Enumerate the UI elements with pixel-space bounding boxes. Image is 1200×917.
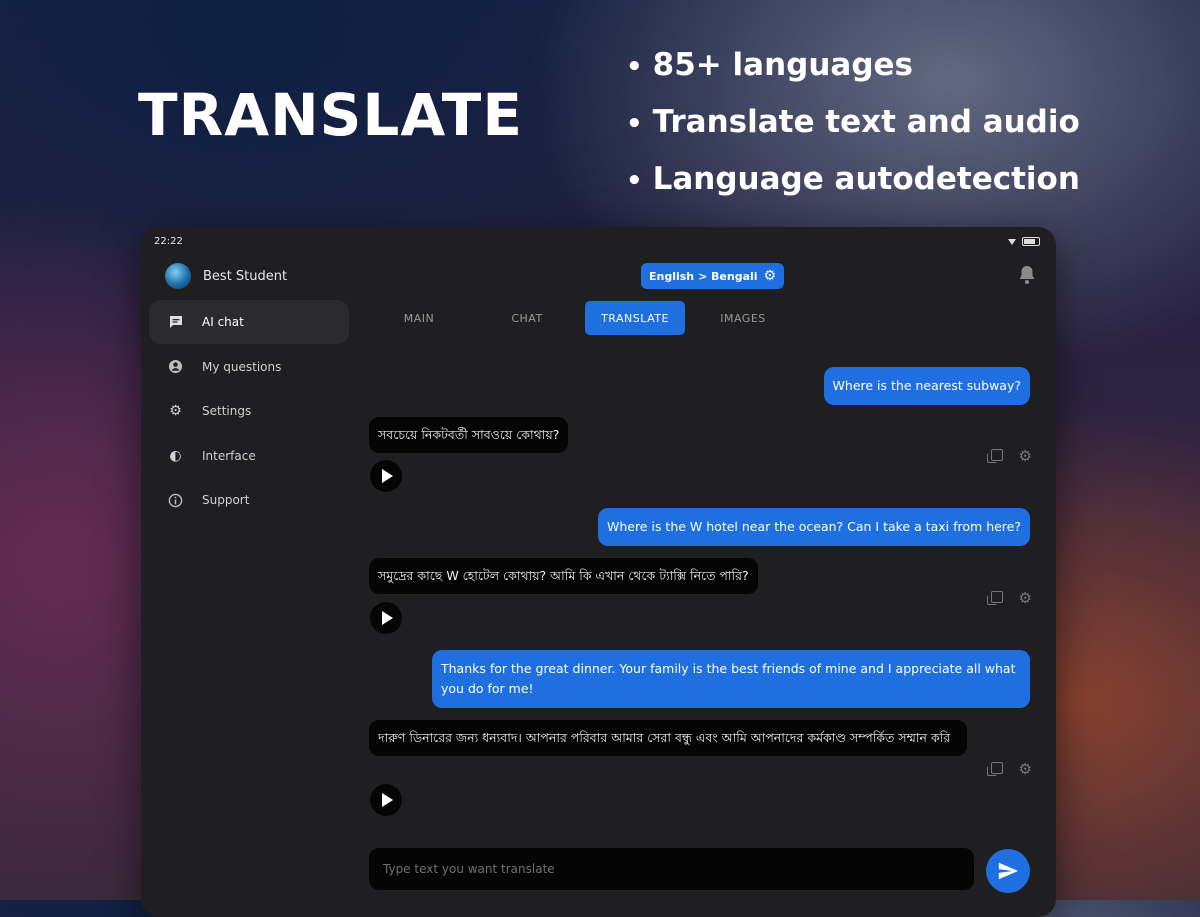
language-selector[interactable]: English > Bengali ⚙ (641, 263, 785, 289)
gear-icon[interactable]: ⚙ (1019, 449, 1032, 464)
message-actions: ⚙ (986, 762, 1032, 777)
tab-chat[interactable]: CHAT (477, 301, 577, 335)
send-button[interactable] (986, 849, 1030, 893)
play-audio-button[interactable] (370, 784, 402, 816)
play-icon (382, 469, 393, 483)
gear-icon[interactable]: ⚙ (1019, 762, 1032, 777)
contrast-icon: ◐ (169, 447, 182, 464)
sidebar-item-label: Support (202, 493, 250, 507)
gear-icon: ⚙ (169, 403, 182, 419)
translation-message: দারুণ ডিনারের জন্য ধন্যবাদ। আপনার পরিবার… (369, 720, 967, 756)
sidebar-item-label: Interface (202, 448, 256, 463)
profile-name: Best Student (203, 268, 288, 284)
message-actions: ⚙ (986, 591, 1032, 606)
gear-icon: ⚙ (763, 268, 777, 284)
profile[interactable]: Best Student (165, 263, 287, 289)
sidebar-item-label: AI chat (202, 315, 244, 329)
play-audio-button[interactable] (370, 602, 402, 634)
bell-icon[interactable] (1018, 265, 1036, 290)
info-icon (167, 492, 184, 509)
sidebar-item-settings[interactable]: ⚙ Settings (149, 389, 349, 433)
sidebar-item-my-questions[interactable]: My questions (149, 345, 349, 389)
play-icon (382, 611, 393, 625)
user-message: Where is the W hotel near the ocean? Can… (597, 508, 1030, 546)
sidebar-item-interface[interactable]: ◐ Interface (149, 434, 349, 478)
translation-message: সমুদ্রের কাছে W হোটেল কোথায়? আমি কি এখা… (369, 558, 758, 594)
gear-icon[interactable]: ⚙ (1019, 591, 1032, 606)
tablet-app-window: 22:22 Best Student AI chat My questions … (141, 227, 1056, 917)
feature-item: Language autodetection (626, 152, 1080, 209)
tab-translate[interactable]: TRANSLATE (585, 301, 685, 335)
battery-icon (1022, 237, 1040, 246)
tab-main[interactable]: MAIN (369, 301, 469, 335)
sidebar-item-support[interactable]: Support (149, 478, 349, 522)
sidebar-item-label: My questions (202, 359, 282, 374)
sidebar: AI chat My questions ⚙ Settings ◐ Interf… (149, 300, 349, 523)
copy-icon[interactable] (986, 762, 1003, 776)
play-audio-button[interactable] (370, 460, 402, 492)
promo-title: TRANSLATE (138, 81, 523, 149)
translation-message: সবচেয়ে নিকটবর্তী সাবওয়ে কোথায়? (369, 417, 569, 453)
tab-bar: MAIN CHAT TRANSLATE IMAGES (369, 301, 793, 335)
chat-icon (167, 314, 184, 331)
status-icons (1008, 237, 1040, 246)
user-circle-icon (167, 358, 184, 375)
send-icon (998, 862, 1019, 880)
message-actions: ⚙ (986, 449, 1032, 464)
feature-item: 85+ languages (626, 38, 1080, 95)
copy-icon[interactable] (986, 449, 1003, 463)
feature-item: Translate text and audio (626, 95, 1080, 152)
language-pair: English > Bengali (649, 269, 758, 283)
avatar[interactable] (165, 263, 191, 289)
wifi-icon (1008, 238, 1016, 245)
sidebar-item-label: Settings (202, 404, 252, 418)
translate-input[interactable] (369, 848, 974, 890)
copy-icon[interactable] (986, 591, 1003, 605)
tab-images[interactable]: IMAGES (693, 301, 793, 335)
sidebar-item-ai-chat[interactable]: AI chat (149, 300, 349, 344)
feature-list: 85+ languages Translate text and audio L… (626, 38, 1080, 209)
play-icon (382, 793, 393, 807)
user-message: Thanks for the great dinner. Your family… (432, 650, 1030, 708)
status-time: 22:22 (154, 236, 183, 247)
user-message: Where is the nearest subway? (823, 367, 1030, 405)
